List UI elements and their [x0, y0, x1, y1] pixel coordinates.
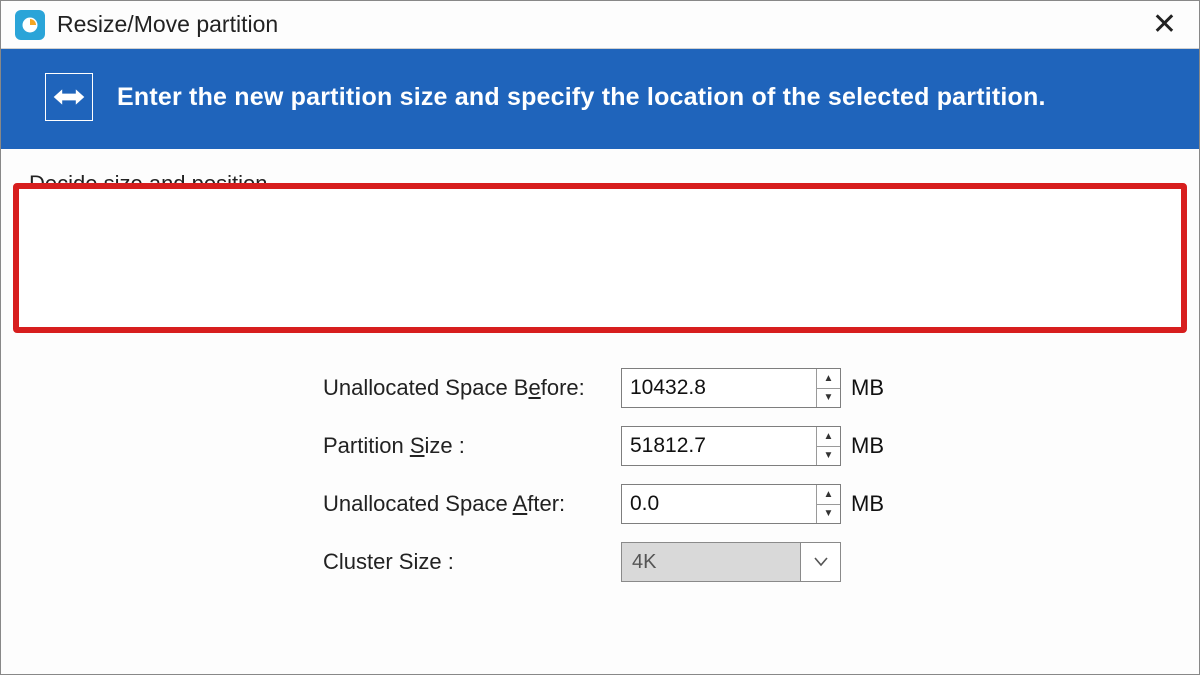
- slider-partition-label: 51812MB: [252, 283, 350, 310]
- size-form: Unallocated Space Before: 10432.8 ▲▼ MB …: [1, 359, 1199, 591]
- stepper-up-icon: ▲: [817, 369, 840, 389]
- unit-mb: MB: [851, 433, 884, 459]
- value-unallocated-before: 10432.8: [630, 376, 706, 400]
- unit-mb: MB: [851, 491, 884, 517]
- slider-unallocated-before: [35, 225, 229, 321]
- dialog-window: Resize/Move partition ✕ Enter the new pa…: [0, 0, 1200, 675]
- select-cluster-size[interactable]: 4K: [621, 542, 841, 582]
- input-unallocated-after[interactable]: 0.0 ▲▼: [621, 484, 841, 524]
- stepper-up-icon: ▲: [817, 485, 840, 505]
- slider-used-fill: [252, 232, 1112, 262]
- slider-partition-area[interactable]: 51812MB: [229, 225, 1169, 321]
- close-icon[interactable]: ✕: [1144, 10, 1185, 40]
- slider-handle-right[interactable]: [1158, 262, 1180, 284]
- resize-arrows-icon: [45, 73, 93, 121]
- instruction-text: Enter the new partition size and specify…: [117, 83, 1046, 112]
- label-partition-size: Partition Size :: [1, 433, 621, 459]
- label-unallocated-after: Unallocated Space After:: [1, 491, 621, 517]
- input-unallocated-before[interactable]: 10432.8 ▲▼: [621, 368, 841, 408]
- instruction-banner: Enter the new partition size and specify…: [1, 49, 1199, 149]
- label-cluster-size: Cluster Size :: [1, 549, 621, 575]
- row-unallocated-after: Unallocated Space After: 0.0 ▲▼ MB: [1, 475, 1199, 533]
- unit-mb: MB: [851, 375, 884, 401]
- window-title: Resize/Move partition: [57, 11, 278, 38]
- row-partition-size: Partition Size : 51812.7 ▲▼ MB: [1, 417, 1199, 475]
- input-partition-size[interactable]: 51812.7 ▲▼: [621, 426, 841, 466]
- value-cluster-size: 4K: [632, 551, 656, 574]
- value-unallocated-after: 0.0: [630, 492, 659, 516]
- stepper-down-icon: ▼: [817, 389, 840, 408]
- section-title: Decide size and position: [29, 171, 267, 197]
- slider-free-tail: [1114, 232, 1162, 262]
- value-partition-size: 51812.7: [630, 434, 706, 458]
- dialog-body: Decide size and position 51812MB Unalloc…: [1, 149, 1199, 674]
- slider-handle-left[interactable]: [218, 262, 240, 284]
- stepper-buttons[interactable]: ▲▼: [816, 427, 840, 465]
- stepper-buttons[interactable]: ▲▼: [816, 369, 840, 407]
- titlebar: Resize/Move partition ✕: [1, 1, 1199, 49]
- chevron-down-icon[interactable]: [800, 543, 840, 581]
- stepper-down-icon: ▼: [817, 447, 840, 466]
- row-cluster-size: Cluster Size : 4K: [1, 533, 1199, 591]
- partition-slider[interactable]: 51812MB: [35, 225, 1169, 321]
- app-icon: [15, 10, 45, 40]
- stepper-down-icon: ▼: [817, 505, 840, 524]
- row-unallocated-before: Unallocated Space Before: 10432.8 ▲▼ MB: [1, 359, 1199, 417]
- stepper-buttons[interactable]: ▲▼: [816, 485, 840, 523]
- label-unallocated-before: Unallocated Space Before:: [1, 375, 621, 401]
- stepper-up-icon: ▲: [817, 427, 840, 447]
